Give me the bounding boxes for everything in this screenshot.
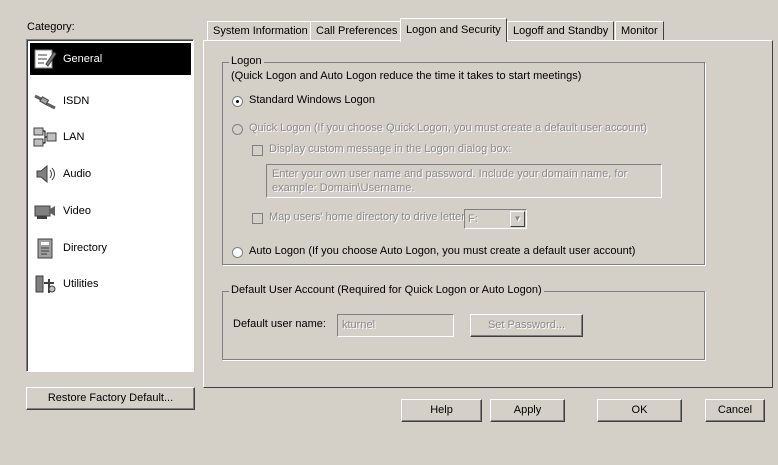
custom-message-line2: example: Domain\Username. [272, 182, 415, 194]
general-icon [32, 46, 58, 72]
help-button[interactable]: Help [401, 399, 482, 422]
tab-system-information[interactable]: System Information [207, 21, 314, 41]
utilities-icon [32, 271, 58, 297]
standard-logon-radio[interactable] [232, 96, 243, 107]
map-home-directory-label: Map users' home directory to drive lette… [269, 211, 468, 223]
quick-logon-radio[interactable] [232, 124, 243, 135]
video-icon [32, 198, 58, 224]
display-custom-message-label: Display custom message in the Logon dial… [269, 143, 512, 155]
logon-description: (Quick Logon and Auto Logon reduce the t… [231, 70, 582, 82]
category-label: Category: [27, 21, 75, 33]
audio-icon [32, 161, 58, 187]
lan-icon [32, 124, 58, 150]
apply-button[interactable]: Apply [490, 399, 565, 422]
tab-logon-and-security[interactable]: Logon and Security [400, 18, 507, 42]
isdn-icon [32, 88, 58, 114]
cancel-button[interactable]: Cancel [705, 399, 765, 422]
logon-legend: Logon [229, 55, 264, 67]
category-item-video[interactable]: Video [30, 195, 191, 227]
chevron-down-icon[interactable]: ▼ [510, 211, 525, 227]
auto-logon-label: Auto Logon (If you choose Auto Logon, yo… [249, 245, 636, 257]
default-user-name-input[interactable]: kturnel [337, 314, 454, 337]
drive-letter-value: F: [468, 213, 478, 225]
set-password-button[interactable]: Set Password... [470, 314, 583, 337]
category-label-lan: LAN [63, 131, 85, 143]
category-item-utilities[interactable]: Utilities [30, 268, 191, 300]
default-user-account-legend: Default User Account (Required for Quick… [229, 284, 544, 296]
auto-logon-radio[interactable] [232, 247, 243, 258]
quick-logon-label: Quick Logon (If you choose Quick Logon, … [249, 122, 648, 134]
category-label-isdn: ISDN [63, 95, 90, 107]
restore-factory-default-button[interactable]: Restore Factory Default... [26, 387, 195, 410]
drive-letter-select[interactable]: F: ▼ [464, 209, 527, 229]
custom-message-textbox[interactable]: Enter your own user name and password. I… [266, 164, 662, 198]
category-item-audio[interactable]: Audio [30, 158, 191, 190]
default-user-name-label: Default user name: [233, 318, 326, 330]
category-item-directory[interactable]: Directory [30, 232, 191, 264]
display-custom-message-checkbox[interactable] [252, 145, 263, 156]
category-item-general[interactable]: General [30, 43, 191, 75]
ok-button[interactable]: OK [597, 399, 682, 422]
category-list[interactable]: General ISDN LAN Audio Video Directory U… [26, 39, 194, 372]
category-label-general: General [63, 53, 103, 65]
directory-icon [32, 235, 58, 261]
category-item-lan[interactable]: LAN [30, 121, 191, 153]
category-label-audio: Audio [63, 168, 92, 180]
category-label-utilities: Utilities [63, 278, 99, 290]
map-home-directory-checkbox[interactable] [252, 213, 263, 224]
custom-message-line1: Enter your own user name and password. I… [272, 168, 628, 180]
tab-call-preferences[interactable]: Call Preferences [310, 21, 404, 41]
category-item-isdn[interactable]: ISDN [30, 85, 191, 117]
category-label-video: Video [63, 205, 91, 217]
category-label-directory: Directory [63, 242, 108, 254]
tab-logoff-and-standby[interactable]: Logoff and Standby [507, 21, 615, 41]
tab-monitor[interactable]: Monitor [615, 21, 664, 41]
standard-logon-label: Standard Windows Logon [249, 94, 375, 106]
